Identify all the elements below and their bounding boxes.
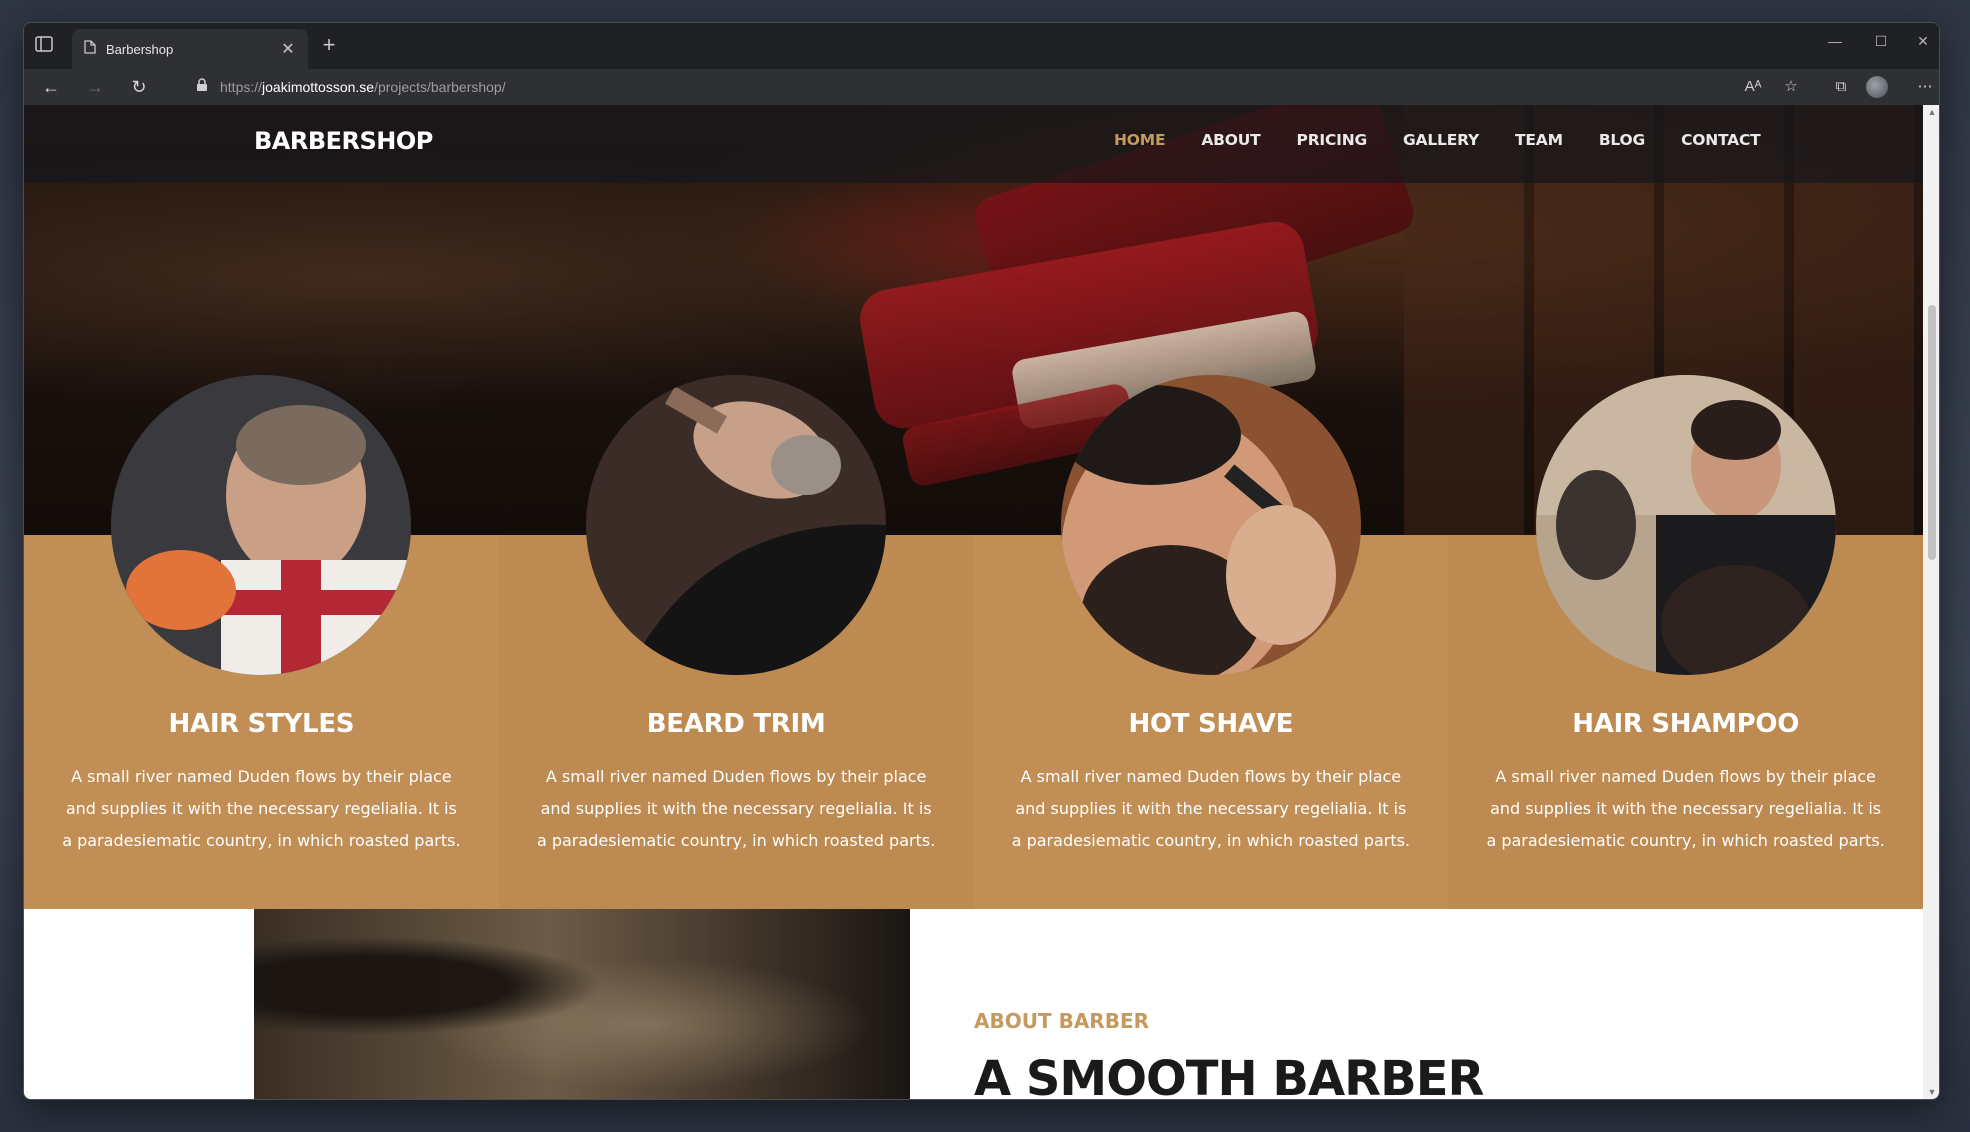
about-title: A SMOOTH BARBER (974, 1051, 1484, 1100)
service-image (1060, 375, 1361, 675)
service-card: HAIR SHAMPOO A small river named Duden f… (1448, 375, 1923, 909)
service-title: HAIR SHAMPOO (1572, 709, 1800, 739)
nav-home[interactable]: HOME (1114, 131, 1166, 149)
close-window-button[interactable]: ✕ (1908, 33, 1938, 55)
about-image (254, 909, 910, 1099)
url-text: https://joakimottosson.se/projects/barbe… (220, 79, 506, 95)
page-icon (84, 39, 96, 59)
close-tab-icon[interactable]: ✕ (280, 39, 296, 59)
site-logo[interactable]: BARBERSHOP (254, 127, 433, 155)
page-scrollbar[interactable]: ▲ ▼ (1923, 105, 1939, 1099)
collections-icon[interactable]: ⧉ (1828, 75, 1854, 99)
nav-gallery[interactable]: GALLERY (1403, 131, 1479, 149)
tab-title: Barbershop (106, 41, 174, 57)
service-image (111, 375, 412, 675)
address-bar[interactable]: https://joakimottosson.se/projects/barbe… (182, 72, 1742, 102)
main-menu: HOME ABOUT PRICING GALLERY TEAM BLOG CON… (1114, 131, 1761, 149)
scroll-down-icon[interactable]: ▼ (1927, 1087, 1937, 1097)
tab-strip: Barbershop ✕ + — ☐ ✕ (24, 23, 1939, 69)
favorite-icon[interactable]: ☆ (1778, 75, 1804, 99)
service-description: A small river named Duden flows by their… (1011, 767, 1411, 850)
read-aloud-icon[interactable]: Aᴬ (1740, 75, 1766, 99)
service-description: A small river named Duden flows by their… (536, 767, 936, 850)
nav-contact[interactable]: CONTACT (1681, 131, 1761, 149)
service-title: HOT SHAVE (1128, 709, 1294, 739)
minimize-button[interactable]: — (1820, 33, 1850, 55)
about-section: ABOUT BARBER A SMOOTH BARBER (24, 909, 1923, 1100)
refresh-button[interactable]: ↻ (126, 75, 152, 99)
service-description: A small river named Duden flows by their… (62, 767, 461, 850)
page-viewport: BARBERSHOP HOME ABOUT PRICING GALLERY TE… (24, 105, 1923, 1100)
service-title: BEARD TRIM (646, 709, 826, 739)
address-toolbar: ← → ↻ https://joakimottosson.se/projects… (24, 69, 1939, 105)
nav-blog[interactable]: BLOG (1599, 131, 1645, 149)
browser-window: Barbershop ✕ + — ☐ ✕ ← → ↻ https://joaki… (23, 22, 1940, 1100)
service-image (586, 375, 887, 675)
nav-team[interactable]: TEAM (1515, 131, 1563, 149)
service-image (1535, 375, 1836, 675)
nav-about[interactable]: ABOUT (1201, 131, 1260, 149)
scroll-up-icon[interactable]: ▲ (1927, 107, 1937, 117)
service-card: HOT SHAVE A small river named Duden flow… (973, 375, 1449, 909)
scrollbar-thumb[interactable] (1928, 305, 1936, 560)
about-eyebrow: ABOUT BARBER (974, 1009, 1149, 1033)
service-card: BEARD TRIM A small river named Duden flo… (498, 375, 974, 909)
new-tab-button[interactable]: + (318, 34, 340, 57)
services-section: HAIR STYLES A small river named Duden fl… (24, 375, 1923, 909)
service-description: A small river named Duden flows by their… (1486, 767, 1885, 850)
forward-button[interactable]: → (82, 75, 108, 99)
nav-pricing[interactable]: PRICING (1297, 131, 1368, 149)
profile-avatar[interactable] (1866, 76, 1888, 98)
tab-actions-icon[interactable] (34, 35, 56, 55)
browser-tab[interactable]: Barbershop ✕ (72, 29, 308, 69)
back-button[interactable]: ← (38, 75, 64, 99)
maximize-button[interactable]: ☐ (1866, 33, 1896, 55)
service-card: HAIR STYLES A small river named Duden fl… (24, 375, 499, 909)
lock-icon (196, 77, 208, 97)
site-navbar: BARBERSHOP HOME ABOUT PRICING GALLERY TE… (24, 105, 1923, 183)
more-icon[interactable]: ⋯ (1912, 75, 1938, 99)
service-title: HAIR STYLES (168, 709, 355, 739)
